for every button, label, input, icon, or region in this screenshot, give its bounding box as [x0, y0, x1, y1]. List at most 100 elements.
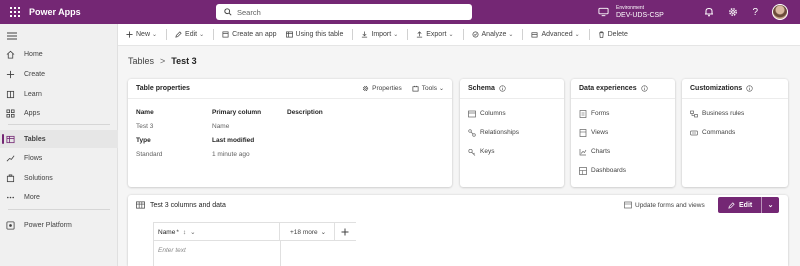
new-row-input[interactable]: Enter text	[158, 247, 186, 254]
data-experience-forms[interactable]: Forms	[571, 104, 675, 123]
app-launcher-icon[interactable]	[10, 7, 20, 17]
edit-data-button[interactable]: Edit ⌄	[718, 197, 779, 213]
chevron-down-icon: ⌄	[438, 86, 444, 92]
customization-label: Business rules	[702, 110, 745, 117]
bell-icon[interactable]	[704, 7, 714, 17]
sidebar-item-more[interactable]: More	[0, 188, 118, 206]
nav-divider	[8, 124, 110, 125]
chevron-down-icon[interactable]: ⌄	[762, 201, 779, 209]
divider	[588, 29, 590, 40]
data-experiences-card: Data experiences Forms Views Charts Dash…	[571, 79, 675, 187]
table-icon	[6, 135, 15, 143]
sidebar-item-label: Power Platform	[24, 221, 72, 229]
sidebar-item-flows[interactable]: Flows	[0, 149, 118, 167]
sidebar-item-tables[interactable]: Tables	[0, 130, 118, 148]
edit-button[interactable]: Edit ⌄	[175, 31, 204, 38]
schema-item-relationships[interactable]: Relationships	[460, 123, 564, 142]
card-header: Table properties Properties Tools ⌄	[128, 79, 452, 99]
home-icon	[6, 50, 15, 59]
divider	[213, 29, 215, 40]
grid-header: Name * ↕ ⌄ +18 more ⌄	[154, 222, 356, 241]
more-columns-button[interactable]: +18 more ⌄	[290, 223, 326, 241]
help-icon[interactable]: ?	[752, 7, 758, 18]
customizations-card: Customizations Business rules Commands	[682, 79, 788, 187]
sidebar-item-apps[interactable]: Apps	[0, 104, 118, 122]
apps-icon	[6, 108, 15, 118]
app-title[interactable]: Power Apps	[29, 7, 81, 17]
advanced-button[interactable]: Advanced ⌄	[531, 31, 580, 38]
sidebar-item-solutions[interactable]: Solutions	[0, 169, 118, 187]
delete-button[interactable]: Delete	[598, 31, 628, 38]
edit-label: Edit	[185, 31, 198, 38]
sidebar-item-label: Create	[24, 70, 46, 78]
customization-business-rules[interactable]: Business rules	[682, 104, 788, 123]
delete-label: Delete	[607, 31, 628, 38]
sidebar-item-create[interactable]: Create	[0, 65, 118, 83]
type-label: Type	[136, 137, 151, 144]
column-header-name[interactable]: Name * ↕ ⌄	[154, 223, 280, 241]
edit-main-button[interactable]: Edit	[718, 197, 762, 213]
section-title: Test 3 columns and data	[150, 201, 226, 209]
chevron-down-icon: ⌄	[190, 229, 196, 236]
card-header: Data experiences	[571, 79, 675, 99]
search-box[interactable]: Search	[216, 4, 472, 20]
description-label: Description	[287, 109, 323, 116]
breadcrumb: Tables > Test 3	[128, 56, 197, 66]
import-label: Import	[371, 31, 392, 38]
columns-icon	[468, 110, 476, 117]
create-app-button[interactable]: Create an app	[222, 31, 277, 38]
pencil-icon	[728, 201, 735, 209]
new-button[interactable]: New ⌄	[126, 31, 157, 38]
data-experience-charts[interactable]: Charts	[571, 142, 675, 161]
customization-commands[interactable]: Commands	[682, 123, 788, 142]
analyze-button[interactable]: Analyze ⌄	[472, 31, 513, 38]
data-grid: Name * ↕ ⌄ +18 more ⌄ Enter text	[153, 222, 356, 266]
data-experience-label: Views	[591, 129, 609, 136]
environment-picker[interactable]: Environment DEV-UDS-CSP	[598, 4, 664, 20]
sidebar-item-label: More	[24, 193, 40, 201]
required-marker: *	[176, 228, 179, 236]
top-bar: Power Apps Search Environment DEV-UDS-CS…	[0, 0, 800, 24]
import-button[interactable]: Import ⌄	[361, 31, 398, 38]
column-name: Name	[158, 228, 176, 236]
advanced-icon	[531, 32, 538, 38]
sidebar-item-label: Learn	[24, 90, 42, 98]
data-experience-label: Forms	[591, 110, 610, 117]
properties-label: Properties	[372, 85, 402, 92]
schema-item-keys[interactable]: Keys	[460, 142, 564, 161]
data-experience-dashboards[interactable]: Dashboards	[571, 161, 675, 180]
sidebar-item-learn[interactable]: Learn	[0, 85, 118, 103]
pencil-icon	[175, 31, 182, 38]
update-forms-views-button[interactable]: Update forms and views	[624, 201, 705, 209]
search-placeholder: Search	[237, 7, 261, 17]
hamburger-icon[interactable]	[7, 32, 17, 40]
info-icon[interactable]	[640, 85, 648, 92]
more-icon	[6, 196, 15, 198]
using-this-table-button[interactable]: Using this table	[285, 31, 343, 38]
chevron-down-icon: ⌄	[199, 32, 205, 38]
solutions-icon	[6, 173, 15, 182]
properties-button[interactable]: Properties	[362, 85, 402, 92]
tools-button[interactable]: Tools ⌄	[412, 85, 444, 92]
divider	[522, 29, 524, 40]
nav-divider	[8, 209, 110, 210]
customization-label: Commands	[702, 129, 736, 136]
schema-item-columns[interactable]: Columns	[460, 104, 564, 123]
card-header: Customizations	[682, 79, 788, 99]
left-navigation: Home Create Learn Apps Tables Flows Solu…	[0, 24, 118, 266]
chevron-down-icon: ⌄	[448, 32, 454, 38]
view-icon	[579, 128, 587, 137]
avatar[interactable]	[772, 4, 788, 20]
sidebar-item-home[interactable]: Home	[0, 45, 118, 63]
breadcrumb-tables[interactable]: Tables	[128, 56, 154, 66]
dashboard-icon	[579, 166, 587, 175]
chevron-down-icon: ⌄	[574, 32, 580, 38]
info-icon[interactable]	[499, 85, 506, 92]
add-column-button[interactable]	[334, 223, 354, 241]
command-bar: New ⌄ Edit ⌄ Create an app Using this tabl…	[118, 24, 800, 46]
export-button[interactable]: Export ⌄	[416, 31, 454, 38]
data-experience-views[interactable]: Views	[571, 123, 675, 142]
info-icon[interactable]	[746, 85, 753, 92]
sidebar-item-power-platform[interactable]: Power Platform	[0, 216, 118, 234]
gear-icon[interactable]	[728, 7, 738, 17]
